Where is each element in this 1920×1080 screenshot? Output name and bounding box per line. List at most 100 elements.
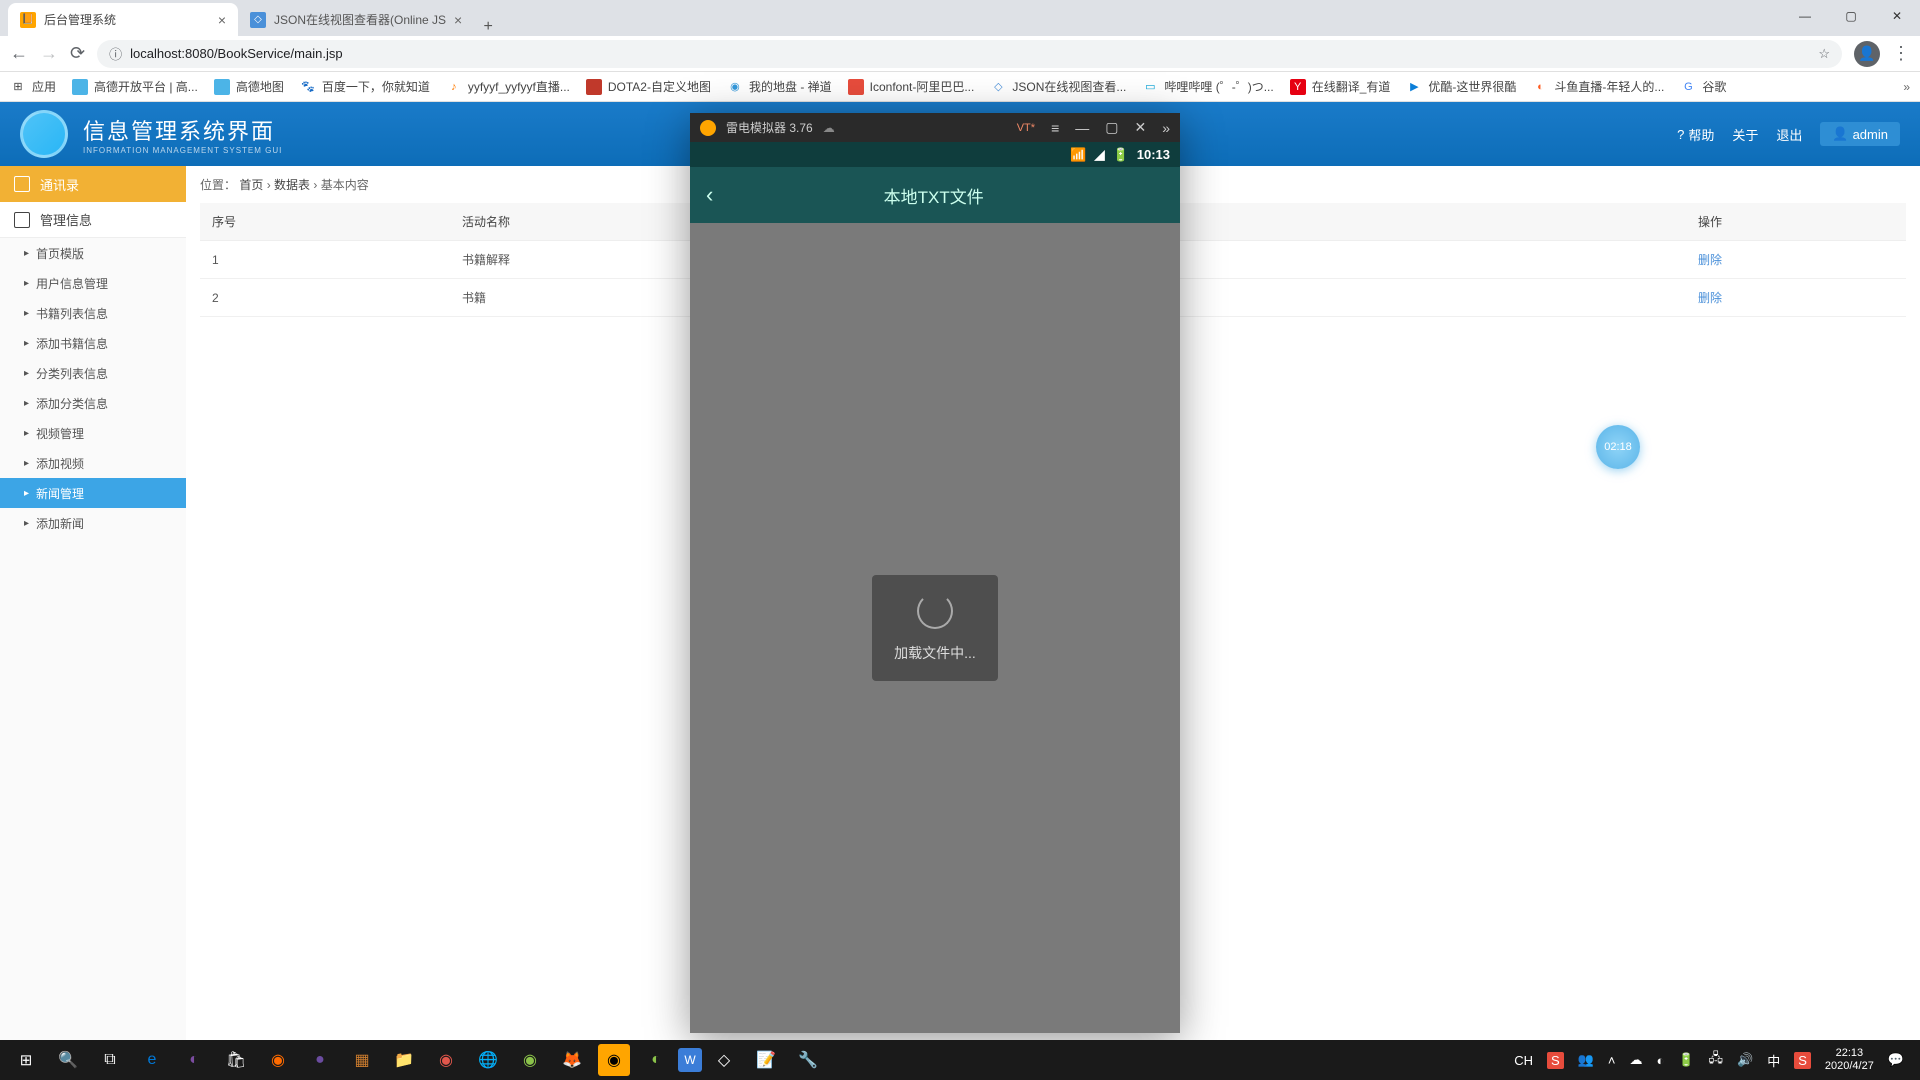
bookmark-item[interactable]: 高德开放平台 | 高... — [72, 78, 198, 95]
vt-indicator[interactable]: VT* — [1017, 122, 1035, 134]
taskbar-app-ldplayer[interactable]: ◉ — [598, 1044, 630, 1076]
site-info-icon[interactable]: ⓘ — [109, 44, 122, 63]
taskbar-app-explorer[interactable]: 📁 — [384, 1040, 424, 1080]
phone-back-button[interactable]: ‹ — [706, 182, 713, 208]
tab-close-icon[interactable]: × — [454, 12, 462, 28]
wifi-icon: 📶 — [1070, 147, 1086, 163]
tray-lang[interactable]: CH — [1514, 1053, 1533, 1068]
taskbar-app[interactable]: ▦ — [342, 1040, 382, 1080]
taskbar-app[interactable]: ◉ — [426, 1040, 466, 1080]
sidebar-category-contacts[interactable]: 通讯录 — [0, 166, 186, 202]
tray-icon[interactable]: ◐ — [1656, 1053, 1664, 1068]
window-minimize-button[interactable]: — — [1782, 0, 1828, 32]
taskbar-app[interactable]: ◉ — [258, 1040, 298, 1080]
sidebar-item[interactable]: 用户信息管理 — [0, 268, 186, 298]
bookmark-item[interactable]: Y在线翻译_有道 — [1290, 78, 1391, 95]
taskbar-app[interactable]: 📝 — [746, 1040, 786, 1080]
logout-link[interactable]: 退出 — [1776, 125, 1802, 144]
sidebar-item[interactable]: 书籍列表信息 — [0, 298, 186, 328]
bookmark-item[interactable]: 高德地图 — [214, 78, 284, 95]
taskbar-app[interactable]: ◐ — [636, 1040, 676, 1080]
profile-avatar[interactable]: 👤 — [1854, 41, 1880, 67]
tray-ime2[interactable]: 中 — [1767, 1051, 1780, 1070]
tab-favicon: 📙 — [20, 12, 36, 28]
taskbar-app-store[interactable]: 🛍 — [216, 1040, 256, 1080]
breadcrumb-link[interactable]: 数据表 — [274, 178, 310, 192]
bookmark-item[interactable]: ◇JSON在线视图查看... — [990, 78, 1126, 95]
about-link[interactable]: 关于 — [1732, 125, 1758, 144]
sidebar-item[interactable]: 首页模版 — [0, 238, 186, 268]
bookmark-item[interactable]: DOTA2-自定义地图 — [586, 78, 711, 95]
delete-link[interactable]: 删除 — [1686, 279, 1906, 317]
emulator-close-button[interactable]: ✕ — [1134, 119, 1146, 136]
floating-timer-badge[interactable]: 02:18 — [1596, 425, 1640, 469]
sidebar-item[interactable]: 添加新闻 — [0, 508, 186, 538]
reload-button[interactable]: ⟳ — [70, 43, 85, 64]
task-view-button[interactable]: ⧉ — [90, 1040, 130, 1080]
sidebar-item[interactable]: 添加书籍信息 — [0, 328, 186, 358]
window-maximize-button[interactable]: ▢ — [1828, 0, 1874, 32]
start-button[interactable]: ⊞ — [6, 1040, 46, 1080]
tray-people-icon[interactable]: 👥 — [1578, 1052, 1594, 1068]
taskbar-app-android[interactable]: ◉ — [510, 1040, 550, 1080]
tray-up-icon[interactable]: ˄ — [1608, 1053, 1616, 1068]
forward-button[interactable]: → — [40, 43, 58, 64]
taskbar-app[interactable]: 🔧 — [788, 1040, 828, 1080]
sidebar-item[interactable]: 分类列表信息 — [0, 358, 186, 388]
bookmark-item[interactable]: ♪yyfyyf_yyfyyf直播... — [446, 78, 570, 95]
breadcrumb-home[interactable]: 首页 — [239, 178, 263, 192]
emulator-minimize-button[interactable]: — — [1075, 120, 1089, 136]
sidebar-item[interactable]: 视频管理 — [0, 418, 186, 448]
help-link[interactable]: ?帮助 — [1677, 125, 1714, 144]
bookmark-item[interactable]: ◉我的地盘 - 禅道 — [727, 78, 832, 95]
bookmark-item[interactable]: ▶优酷-这世界很酷 — [1406, 78, 1516, 95]
search-button[interactable]: 🔍 — [48, 1040, 88, 1080]
sidebar-item[interactable]: 添加视频 — [0, 448, 186, 478]
emulator-maximize-button[interactable]: ▢ — [1105, 119, 1118, 136]
new-tab-button[interactable]: + — [474, 18, 502, 36]
user-badge[interactable]: 👤admin — [1820, 122, 1900, 146]
bookmark-item[interactable]: ◐斗鱼直播-年轻人的... — [1532, 78, 1664, 95]
emulator-window[interactable]: 雷电模拟器 3.76 ☁ VT* ≡ — ▢ ✕ » 📶 ◢ 🔋 10:13 ‹… — [690, 113, 1180, 1033]
browser-tab-active[interactable]: 📙 后台管理系统 × — [8, 3, 238, 36]
taskbar-app-edge[interactable]: e — [132, 1040, 172, 1080]
bookmark-star-icon[interactable]: ☆ — [1818, 46, 1830, 62]
address-bar[interactable]: ⓘ localhost:8080/BookService/main.jsp ☆ — [97, 40, 1842, 68]
tab-title: JSON在线视图查看器(Online JS — [274, 11, 446, 28]
window-close-button[interactable]: ✕ — [1874, 0, 1920, 32]
emulator-titlebar[interactable]: 雷电模拟器 3.76 ☁ VT* ≡ — ▢ ✕ » — [690, 113, 1180, 142]
taskbar-app-firefox[interactable]: 🦊 — [552, 1040, 592, 1080]
emulator-expand-icon[interactable]: » — [1162, 120, 1170, 136]
taskbar-app-eclipse[interactable]: ◐ — [174, 1040, 214, 1080]
sidebar-item-active[interactable]: 新闻管理 — [0, 478, 186, 508]
notifications-button[interactable]: 💬 — [1888, 1052, 1904, 1068]
taskbar-clock[interactable]: 22:13 2020/4/27 — [1825, 1047, 1874, 1073]
tab-close-icon[interactable]: × — [218, 12, 226, 28]
sidebar-item[interactable]: 添加分类信息 — [0, 388, 186, 418]
tray-volume-icon[interactable]: 🔊 — [1737, 1052, 1753, 1068]
tray-ime-icon[interactable]: S — [1547, 1052, 1564, 1069]
tray-ime3-icon[interactable]: S — [1794, 1052, 1811, 1069]
taskbar-app-chrome[interactable]: 🌐 — [468, 1040, 508, 1080]
bookmark-item[interactable]: 🐾百度一下，你就知道 — [300, 78, 430, 95]
bookmark-item[interactable]: Iconfont-阿里巴巴... — [848, 78, 975, 95]
delete-link[interactable]: 删除 — [1686, 241, 1906, 279]
cloud-icon[interactable]: ☁ — [823, 121, 835, 135]
taskbar-app[interactable]: W — [678, 1048, 702, 1072]
tray-network-icon[interactable]: 🖧 — [1709, 1049, 1724, 1071]
bookmark-favicon — [586, 79, 602, 95]
browser-tab[interactable]: ◇ JSON在线视图查看器(Online JS × — [238, 3, 474, 36]
taskbar-app[interactable]: ◇ — [704, 1040, 744, 1080]
sidebar-category-manage[interactable]: 管理信息 — [0, 202, 186, 238]
bookmarks-overflow-icon[interactable]: » — [1903, 80, 1910, 94]
bookmark-item[interactable]: ▭哔哩哔哩 (゜-゜)つ... — [1142, 78, 1273, 95]
bookmark-item[interactable]: G谷歌 — [1680, 78, 1726, 95]
browser-menu-button[interactable]: ⋮ — [1892, 43, 1910, 64]
back-button[interactable]: ← — [10, 43, 28, 64]
taskbar-app[interactable]: ● — [300, 1040, 340, 1080]
manage-icon — [14, 212, 30, 228]
tray-battery-icon[interactable]: 🔋 — [1678, 1052, 1694, 1068]
bookmark-item[interactable]: ⊞应用 — [10, 78, 56, 95]
emulator-menu-icon[interactable]: ≡ — [1051, 120, 1059, 136]
tray-icon[interactable]: ☁ — [1629, 1052, 1642, 1068]
